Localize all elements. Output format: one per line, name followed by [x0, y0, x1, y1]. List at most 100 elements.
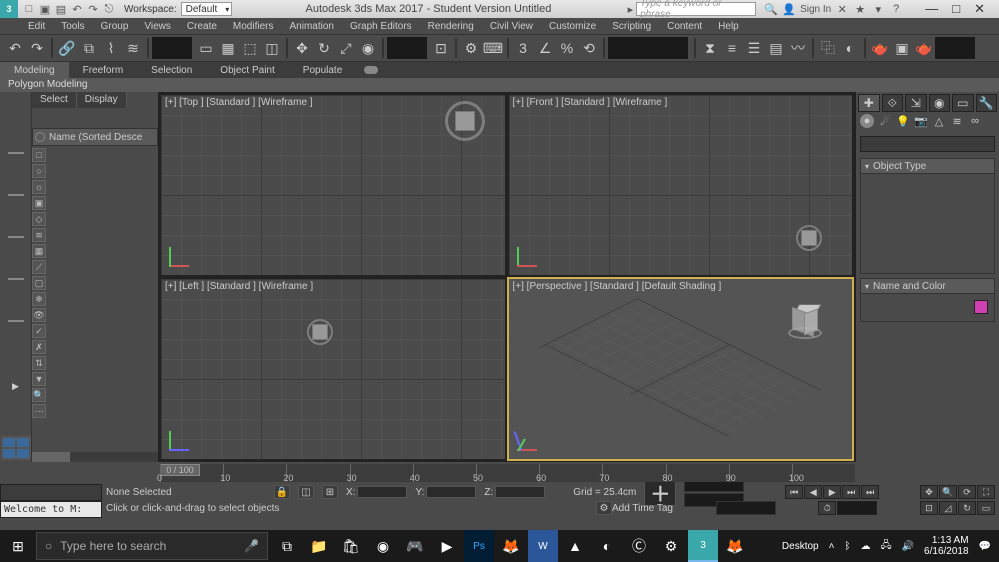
menu-group[interactable]: Group	[93, 21, 137, 32]
menu-edit[interactable]: Edit	[20, 21, 53, 32]
create-helpers-icon[interactable]: △	[932, 114, 946, 128]
rotate-button[interactable]: ↻	[313, 37, 335, 59]
ref-coord-dropdown[interactable]	[387, 37, 427, 59]
filter-space-warp-icon[interactable]: ≋	[32, 228, 46, 242]
tab-populate[interactable]: Populate	[289, 62, 356, 78]
nav-min-button[interactable]: ▭	[977, 501, 995, 515]
app-logo[interactable]: 3	[0, 0, 18, 18]
menu-customize[interactable]: Customize	[541, 21, 604, 32]
mirror-button[interactable]: ⧗	[699, 37, 721, 59]
curve-editor-button[interactable]: 〰	[787, 37, 809, 59]
taskbar-video-icon[interactable]: ▶	[432, 530, 462, 562]
nav-orbit-button[interactable]: ⟳	[958, 485, 976, 499]
filter-light-icon[interactable]: ☼	[32, 180, 46, 194]
coord-y-input[interactable]	[426, 486, 476, 498]
lock-selection-icon[interactable]: 🔒	[274, 485, 290, 499]
absolute-icon[interactable]: ⊞	[322, 485, 338, 499]
percent-snap-button[interactable]: %	[556, 37, 578, 59]
viewcube-persp[interactable]	[792, 307, 822, 337]
filter-invert-icon[interactable]: ⇅	[32, 356, 46, 370]
viewport-top[interactable]: [+] [Top ] [Standard ] [Wireframe ]	[160, 94, 506, 276]
filter-camera-icon[interactable]: ▣	[32, 196, 46, 210]
taskbar-3dsmax-icon[interactable]: 3	[688, 530, 718, 562]
undo-icon[interactable]: ↶	[70, 2, 84, 16]
nav-max-button[interactable]: ⛶	[977, 485, 995, 499]
maxscript-mini[interactable]	[0, 484, 102, 501]
scale-button[interactable]: ⤢	[335, 37, 357, 59]
time-tag-icon[interactable]: ⚙	[596, 501, 612, 515]
infocenter-arrow[interactable]: ▸	[625, 3, 637, 16]
redo-icon[interactable]: ↷	[86, 2, 100, 16]
scene-hscrollbar[interactable]	[32, 452, 158, 462]
filter-hidden-icon[interactable]: 👁	[32, 308, 46, 322]
taskbar-firefox2-icon[interactable]: 🦊	[720, 530, 750, 562]
new-icon[interactable]: □	[22, 2, 36, 16]
cmd-tab-create[interactable]: ✚	[858, 94, 880, 112]
render-setup-button[interactable]: 🫖	[869, 37, 891, 59]
next-frame-button[interactable]: ⏭	[842, 485, 860, 499]
key-mode-button[interactable]	[716, 501, 776, 515]
angle-snap-button[interactable]: ∠	[534, 37, 556, 59]
tab-object-paint[interactable]: Object Paint	[206, 62, 288, 78]
help-menu-icon[interactable]: ▾	[871, 2, 885, 16]
current-frame-field[interactable]	[837, 501, 877, 515]
scene-column-header[interactable]: Name (Sorted Desce	[32, 128, 158, 146]
bind-button[interactable]: ⌇	[100, 37, 122, 59]
filter-none-icon[interactable]: ✗	[32, 340, 46, 354]
menu-graph-editors[interactable]: Graph Editors	[342, 21, 420, 32]
viewport-top-label[interactable]: [+] [Top ] [Standard ] [Wireframe ]	[165, 97, 313, 108]
create-lights-icon[interactable]: 💡	[896, 114, 910, 128]
nav-roll-button[interactable]: ↻	[958, 501, 976, 515]
filter-container-icon[interactable]: ▢	[32, 276, 46, 290]
favorite-icon[interactable]: ★	[853, 2, 867, 16]
cmd-tab-utilities[interactable]: 🔧	[976, 94, 998, 112]
coord-x-input[interactable]	[357, 486, 407, 498]
ribbon-button[interactable]: ▤	[765, 37, 787, 59]
isolate-icon[interactable]: ◫	[298, 485, 314, 499]
pivot-button[interactable]: ⊡	[430, 37, 452, 59]
render-frame-button[interactable]: ▣	[891, 37, 913, 59]
select-name-button[interactable]: ▦	[217, 37, 239, 59]
taskbar-search[interactable]: ○ Type here to search 🎤	[36, 532, 268, 560]
goto-end-button[interactable]: ⏭	[861, 485, 879, 499]
play-button[interactable]: ▶	[823, 485, 841, 499]
viewport-layout-nav[interactable]	[1, 436, 31, 460]
filter-geometry-icon[interactable]: □	[32, 148, 46, 162]
cmd-tab-display[interactable]: ▭	[952, 94, 974, 112]
help-icon[interactable]: ?	[889, 2, 903, 16]
select-rect-button[interactable]: ⬚	[239, 37, 261, 59]
scene-tab-select[interactable]: Select	[32, 92, 77, 108]
minimize-button[interactable]: ―	[925, 1, 938, 17]
taskbar-discord-icon[interactable]: 🎮	[400, 530, 430, 562]
render-button[interactable]: 🫖	[913, 37, 935, 59]
window-crossing-button[interactable]: ◫	[261, 37, 283, 59]
rollout-object-type[interactable]: Object Type	[860, 158, 995, 174]
keyboard-button[interactable]: ⌨	[482, 37, 504, 59]
tray-network-icon[interactable]: 🖧	[880, 538, 891, 555]
tray-chevron-icon[interactable]: ˄	[829, 541, 835, 552]
tab-modeling[interactable]: Modeling	[0, 62, 69, 78]
undo-button[interactable]: ↶	[4, 37, 26, 59]
maxscript-listener[interactable]: Welcome to M:	[0, 501, 102, 518]
filter-more-icon[interactable]: ⋯	[32, 404, 46, 418]
tab-selection[interactable]: Selection	[137, 62, 206, 78]
time-slider[interactable]: 0 / 100 0 10 20 30 40 50 60 70 80 90 100	[160, 464, 855, 482]
mic-icon[interactable]: 🎤	[244, 539, 259, 553]
link-icon[interactable]: ⎋	[102, 2, 116, 16]
add-time-tag[interactable]: Add Time Tag	[612, 503, 673, 514]
coord-z-input[interactable]	[495, 486, 545, 498]
taskbar-explorer-icon[interactable]: 📁	[304, 530, 334, 562]
create-category-dropdown[interactable]	[860, 136, 995, 152]
signin-icon[interactable]: 👤	[782, 2, 796, 16]
viewport-persp-label[interactable]: [+] [Perspective ] [Standard ] [Default …	[513, 281, 722, 292]
tray-onedrive-icon[interactable]: ☁	[860, 541, 870, 552]
cmd-tab-motion[interactable]: ◉	[929, 94, 951, 112]
close-button[interactable]: ✕	[974, 1, 985, 17]
viewcube-front[interactable]	[796, 225, 822, 251]
tray-bluetooth-icon[interactable]: ᛒ	[844, 541, 850, 552]
nav-zoom-all-button[interactable]: ⊡	[920, 501, 938, 515]
menu-rendering[interactable]: Rendering	[420, 21, 482, 32]
filter-helper-icon[interactable]: ◇	[32, 212, 46, 226]
viewport-left[interactable]: [+] [Left ] [Standard ] [Wireframe ]	[160, 278, 506, 460]
schematic-button[interactable]: ≋	[122, 37, 144, 59]
